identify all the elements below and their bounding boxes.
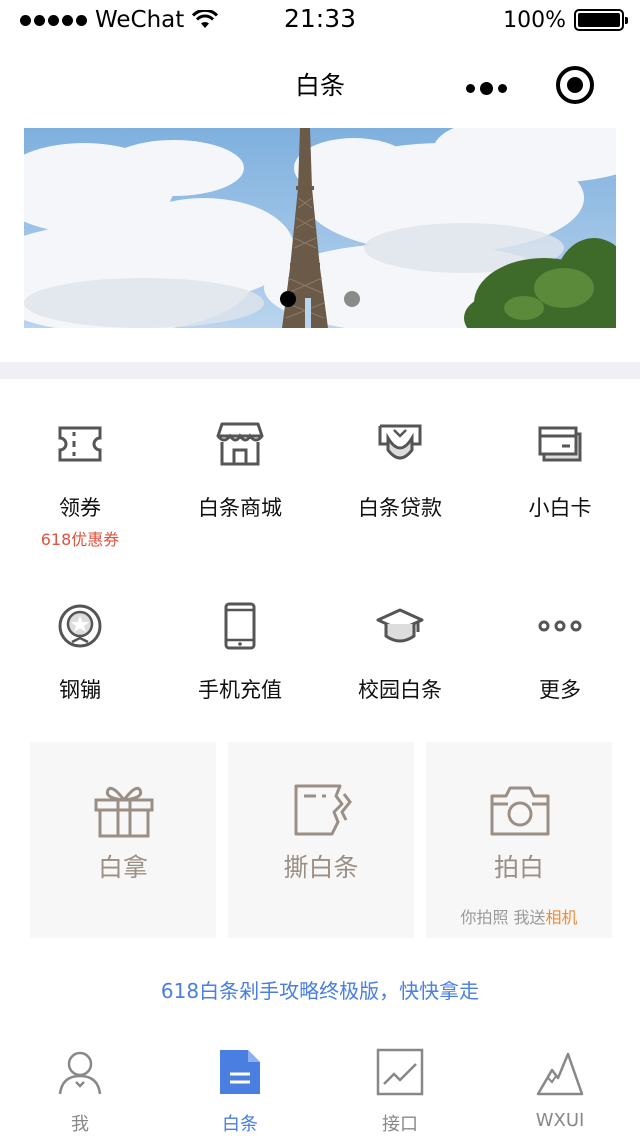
tear-note-icon (294, 784, 352, 836)
feature-grid-row-1: 领券 618优惠券 白条商城 白条贷款 小白卡 (0, 420, 640, 580)
tab-label: 白条 (222, 1114, 258, 1135)
grid-item-coin[interactable]: 钢镚 (0, 602, 160, 762)
card-label: 拍白 (493, 853, 544, 882)
grid-label: 领券 (59, 496, 101, 520)
feature-grid-row-2: 钢镚 手机充值 校园白条 更多 (0, 602, 640, 762)
card-icon (538, 426, 582, 462)
card-subtitle: 你拍照 我送相机 (426, 904, 612, 928)
card-subtitle-highlight: 相机 (545, 908, 578, 927)
battery-percentage: 100% (503, 7, 566, 33)
grid-item-recharge[interactable]: 手机充值 (160, 602, 320, 762)
grid-item-campus[interactable]: 校园白条 (320, 602, 480, 762)
grid-item-coupon[interactable]: 领券 618优惠券 (0, 420, 160, 580)
grid-label: 校园白条 (358, 678, 442, 702)
grid-item-mall[interactable]: 白条商城 (160, 420, 320, 580)
document-icon (220, 1050, 260, 1094)
grid-label: 更多 (539, 678, 581, 702)
camera-icon (490, 786, 550, 836)
tab-label: 我 (71, 1114, 89, 1135)
tab-api[interactable]: 接口 (320, 1040, 480, 1136)
tab-bar: 我 白条 接口 WXUI (0, 1040, 640, 1136)
grid-label: 手机充值 (198, 678, 282, 702)
tab-label: WXUI (535, 1110, 585, 1131)
chart-icon (376, 1048, 424, 1096)
tab-wxui[interactable]: WXUI (480, 1040, 640, 1136)
card-free-gift[interactable]: 白拿 (30, 742, 216, 938)
card-label: 撕白条 (283, 853, 359, 882)
carousel-dot[interactable] (344, 291, 360, 307)
coin-icon (58, 604, 102, 648)
close-miniprogram-icon[interactable] (556, 66, 594, 104)
page-title: 白条 (294, 71, 345, 100)
grid-item-loan[interactable]: 白条贷款 (320, 420, 480, 580)
mountain-icon (536, 1052, 584, 1096)
coupon-badge: 618优惠券 (40, 530, 120, 549)
banner-carousel[interactable] (24, 128, 616, 328)
card-tear-note[interactable]: 撕白条 (228, 742, 414, 938)
more-icon (538, 620, 582, 632)
grid-label: 白条商城 (198, 496, 282, 520)
promo-link[interactable]: 618白条剁手攻略终极版，快快拿走 (0, 975, 640, 1004)
battery-icon (574, 9, 628, 31)
ticket-icon (58, 426, 102, 462)
phone-icon (224, 602, 256, 650)
grid-label: 白条贷款 (358, 496, 442, 520)
status-bar: WeChat 21:33 100% (0, 0, 640, 40)
store-icon (216, 422, 264, 466)
carousel-indicator (24, 291, 616, 307)
more-options-icon[interactable] (466, 82, 507, 95)
tab-label: 接口 (382, 1114, 418, 1135)
card-subtitle-text: 你拍照 我送 (460, 908, 546, 927)
grid-item-more[interactable]: 更多 (480, 602, 640, 762)
activity-cards: 白拿 撕白条 拍白 你拍照 我送相机 (30, 742, 612, 938)
grid-label: 钢镚 (59, 678, 101, 702)
grid-item-card[interactable]: 小白卡 (480, 420, 640, 580)
loan-icon (378, 424, 422, 460)
navigation-bar: 白条 (0, 40, 640, 128)
gift-icon (94, 786, 154, 838)
carousel-dot-active[interactable] (280, 291, 296, 307)
card-label: 白拿 (97, 853, 148, 882)
tab-me[interactable]: 我 (0, 1040, 160, 1136)
card-photo[interactable]: 拍白 你拍照 我送相机 (426, 742, 612, 938)
user-icon (58, 1051, 102, 1095)
grid-label: 小白卡 (528, 496, 592, 520)
tab-baitiao[interactable]: 白条 (160, 1040, 320, 1136)
status-right: 100% (503, 5, 628, 35)
section-divider (0, 362, 640, 379)
graduation-cap-icon (376, 608, 424, 643)
